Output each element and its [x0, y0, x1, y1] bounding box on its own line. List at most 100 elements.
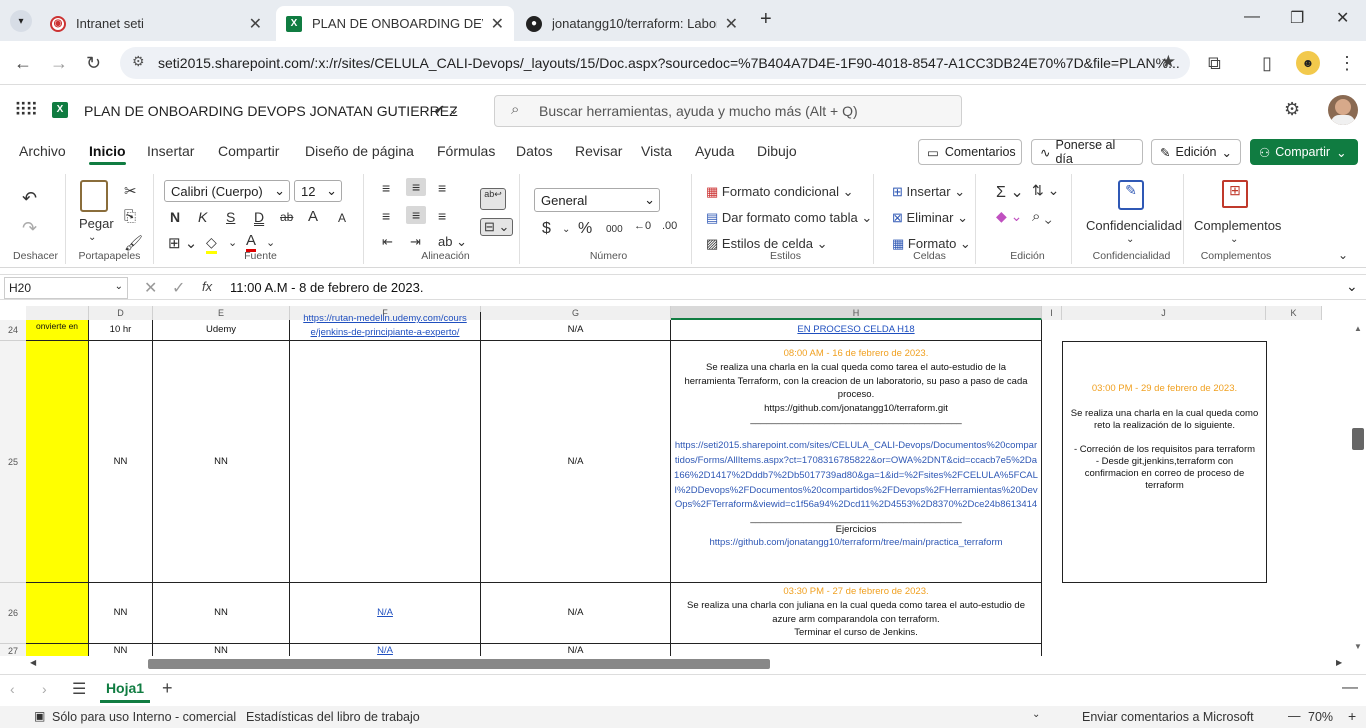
- close-tab-icon[interactable]: ✕: [249, 14, 262, 34]
- shrink-font-button[interactable]: A: [338, 211, 346, 225]
- user-avatar[interactable]: [1328, 95, 1358, 125]
- sensitivity-label-icon[interactable]: ▣: [34, 709, 45, 723]
- cell-g25[interactable]: N/A: [481, 341, 671, 583]
- next-sheet-icon[interactable]: ›: [42, 681, 47, 697]
- vertical-scrollbar-thumb[interactable]: [1352, 428, 1364, 450]
- prev-sheet-icon[interactable]: ‹: [10, 681, 15, 697]
- clear-eraser-icon[interactable]: ◆ ⌄: [996, 208, 1022, 225]
- currency-button[interactable]: $: [542, 220, 551, 238]
- increase-decimal-icon[interactable]: ←0: [634, 220, 651, 232]
- double-underline-button[interactable]: D: [254, 209, 264, 225]
- cell-c25[interactable]: [26, 341, 89, 583]
- undo-icon[interactable]: ↶: [22, 188, 37, 209]
- forward-icon[interactable]: →: [50, 53, 68, 74]
- grow-font-button[interactable]: A: [308, 208, 318, 225]
- align-bottom-icon[interactable]: ≡: [438, 180, 446, 196]
- cell-e27[interactable]: NN: [153, 644, 290, 656]
- wrap-text-icon[interactable]: ab↩: [480, 188, 506, 210]
- redo-icon[interactable]: ↷: [22, 218, 37, 239]
- sheet-tab-hoja1[interactable]: Hoja1: [100, 675, 150, 703]
- paste-button[interactable]: Pegar: [79, 216, 114, 231]
- zoom-level[interactable]: 70%: [1308, 710, 1333, 724]
- merge-center-icon[interactable]: ⊟ ⌄: [480, 218, 514, 236]
- delete-cells-button[interactable]: ⊠ Eliminar ⌄: [892, 210, 968, 226]
- cut-icon[interactable]: ✂: [124, 182, 137, 200]
- cell-c24[interactable]: onvierte en: [26, 320, 89, 341]
- decrease-decimal-icon[interactable]: .00: [662, 220, 677, 232]
- catchup-button[interactable]: ∿ Ponerse al día: [1031, 138, 1143, 166]
- address-bar[interactable]: ⚙ seti2015.sharepoint.com/:x:/r/sites/CE…: [120, 47, 1190, 79]
- browser-menu-icon[interactable]: ⋮: [1338, 53, 1356, 74]
- name-box[interactable]: H20 ⌄: [4, 277, 128, 299]
- currency-dropdown-icon[interactable]: ⌄: [562, 224, 570, 235]
- comments-button[interactable]: ▭ Comentarios: [918, 139, 1022, 165]
- cell-e26[interactable]: NN: [153, 583, 290, 644]
- row-header-25[interactable]: 25: [0, 341, 26, 583]
- row-header-24[interactable]: 24: [0, 320, 26, 341]
- sensitivity-status[interactable]: Sólo para uso Interno - comercial: [52, 710, 236, 724]
- settings-gear-icon[interactable]: ⚙: [1284, 99, 1300, 120]
- col-header-c[interactable]: [26, 306, 89, 320]
- font-color-dropdown-icon[interactable]: ⌄: [266, 236, 275, 249]
- menu-compartir[interactable]: Compartir: [218, 143, 279, 159]
- cell-d24[interactable]: 10 hr: [89, 320, 153, 341]
- cell-j25-note[interactable]: 03:00 PM - 29 de febrero de 2023. Se rea…: [1062, 341, 1267, 583]
- font-size-select[interactable]: 12 ⌄: [294, 180, 342, 202]
- cell-f27[interactable]: N/A: [290, 644, 481, 656]
- minimize-icon[interactable]: —: [1244, 8, 1260, 26]
- addins-button[interactable]: Complementos: [1194, 218, 1281, 233]
- menu-formulas[interactable]: Fórmulas: [437, 143, 495, 159]
- feedback-link[interactable]: Enviar comentarios a Microsoft: [1082, 710, 1254, 724]
- cell-e25[interactable]: NN: [153, 341, 290, 583]
- underline-button[interactable]: S: [226, 209, 235, 225]
- confirm-formula-icon[interactable]: ✓: [172, 278, 185, 298]
- decrease-indent-icon[interactable]: ⇤: [382, 234, 393, 250]
- close-tab-icon[interactable]: ✕: [491, 14, 504, 34]
- align-center-icon[interactable]: ≡: [406, 206, 427, 224]
- cell-f26[interactable]: N/A: [290, 583, 481, 644]
- italic-button[interactable]: K: [198, 209, 207, 225]
- name-box-dropdown-icon[interactable]: ⌄: [115, 281, 123, 292]
- cancel-formula-icon[interactable]: ✕: [144, 278, 157, 298]
- add-sheet-icon[interactable]: +: [162, 678, 173, 699]
- cell-h25[interactable]: 08:00 AM - 16 de febrero de 2023. Se rea…: [671, 341, 1042, 583]
- zoom-out-icon[interactable]: —: [1342, 679, 1358, 697]
- zoom-plus-icon[interactable]: +: [1348, 708, 1356, 724]
- tab-intranet[interactable]: ◉ Intranet seti ✕: [40, 6, 272, 41]
- status-dropdown-icon[interactable]: ⌄: [1032, 709, 1040, 720]
- col-header-d[interactable]: D: [89, 306, 153, 320]
- app-launcher-icon[interactable]: ⠿⠿: [14, 100, 38, 121]
- orientation-icon[interactable]: ab ⌄: [438, 234, 467, 250]
- menu-dibujo[interactable]: Dibujo: [757, 143, 797, 159]
- menu-ayuda[interactable]: Ayuda: [695, 143, 734, 159]
- insert-cells-button[interactable]: ⊞ Insertar ⌄: [892, 184, 965, 200]
- cell-d26[interactable]: NN: [89, 583, 153, 644]
- cell-g27[interactable]: N/A: [481, 644, 671, 656]
- autosum-icon[interactable]: Σ ⌄: [996, 182, 1024, 202]
- ribbon-collapse-icon[interactable]: ⌄: [1338, 248, 1348, 262]
- col-header-k[interactable]: K: [1266, 306, 1322, 320]
- back-icon[interactable]: ←: [14, 53, 32, 74]
- thousands-button[interactable]: 000: [606, 224, 623, 235]
- scroll-left-icon[interactable]: ◀: [30, 658, 36, 667]
- edit-mode-button[interactable]: ✎ Edición ⌄: [1151, 139, 1241, 165]
- tab-excel[interactable]: X PLAN DE ONBOARDING DEVOPS ✕: [276, 6, 514, 41]
- tab-search-icon[interactable]: ▾: [10, 10, 32, 32]
- sensitivity-dropdown-icon[interactable]: ⌄: [1126, 234, 1134, 245]
- cell-f24[interactable]: https://rutan-medelin.udemy.com/course/j…: [290, 312, 481, 341]
- align-right-icon[interactable]: ≡: [438, 208, 446, 224]
- cell-d27[interactable]: NN: [89, 644, 153, 656]
- zoom-minus-icon[interactable]: —: [1288, 709, 1301, 723]
- cell-h26[interactable]: 03:30 PM - 27 de febrero de 2023. Se rea…: [671, 583, 1042, 644]
- extensions-icon[interactable]: ⧉: [1208, 53, 1221, 74]
- menu-revisar[interactable]: Revisar: [575, 143, 622, 159]
- col-header-j[interactable]: J: [1062, 306, 1266, 320]
- workbook-stats[interactable]: Estadísticas del libro de trabajo: [246, 710, 420, 724]
- cell-h27[interactable]: [671, 644, 1042, 656]
- conditional-format-button[interactable]: ▦ Formato condicional ⌄: [706, 184, 853, 200]
- percent-button[interactable]: %: [578, 220, 592, 238]
- cell-f25[interactable]: [290, 341, 481, 583]
- cell-h24[interactable]: EN PROCESO CELDA H18: [671, 320, 1042, 341]
- saved-status-icon[interactable]: ✔ ⌄: [434, 102, 459, 118]
- format-as-table-button[interactable]: ▤ Dar formato como tabla ⌄: [706, 210, 872, 226]
